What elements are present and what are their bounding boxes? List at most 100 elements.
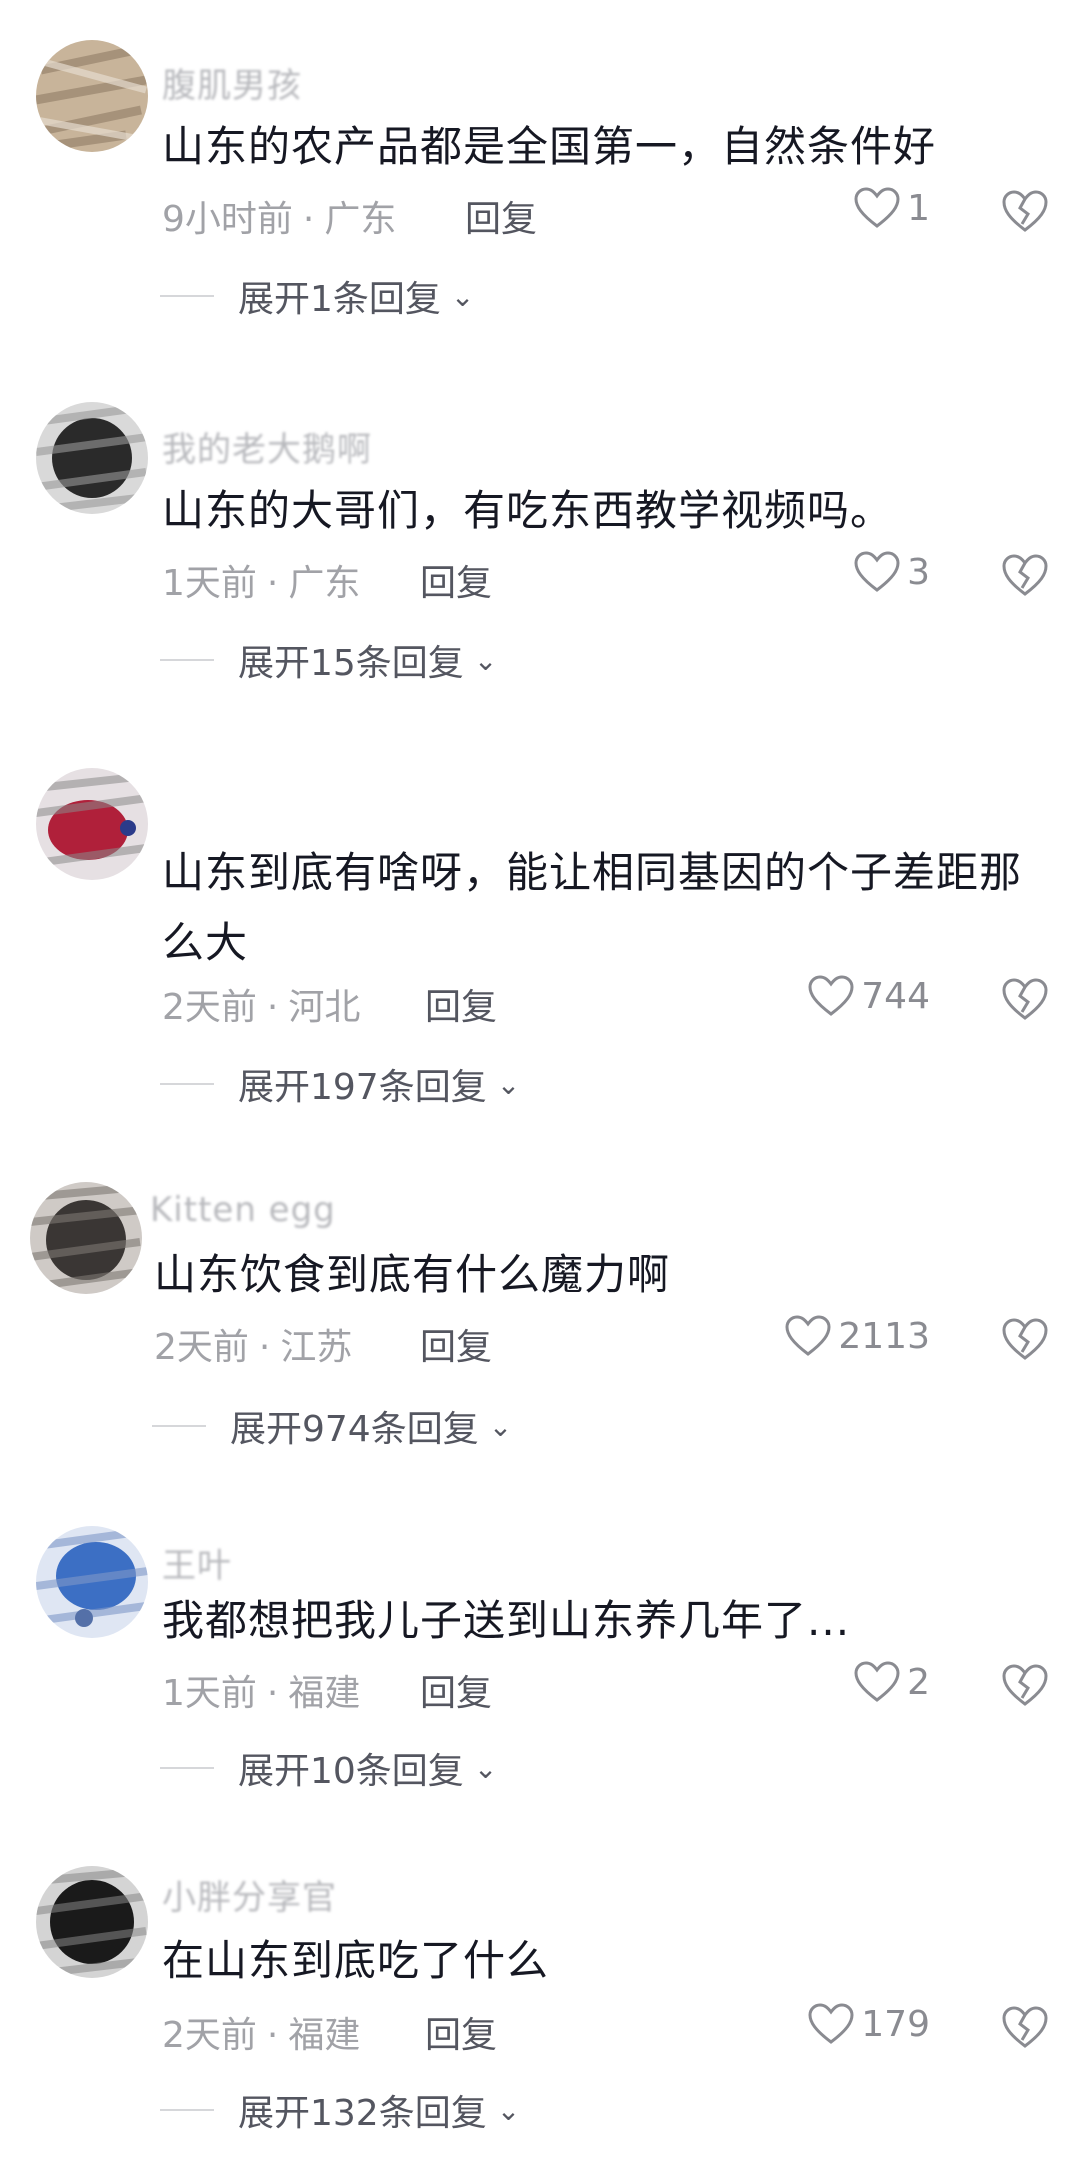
chevron-down-icon: ⌄ [496, 1067, 521, 1101]
comment-username[interactable]: Kitten egg [150, 1190, 336, 1230]
heart-outline-icon [854, 187, 900, 228]
comment-text: 在山东到底吃了什么 [162, 1936, 550, 1985]
like-button[interactable]: 3 [853, 550, 930, 594]
dislike-button[interactable] [1000, 1662, 1050, 1708]
comment-time: 1天前 [162, 1673, 257, 1714]
dislike-button[interactable] [1000, 188, 1050, 234]
divider [160, 2109, 214, 2111]
comment-username[interactable]: 腹肌男孩 [162, 58, 302, 107]
like-count: 179 [861, 2003, 930, 2045]
chevron-down-icon: ⌄ [450, 279, 475, 313]
like-count: 3 [907, 551, 930, 593]
broken-heart-icon [1002, 1318, 1048, 1360]
reply-button[interactable]: 回复 [425, 978, 497, 1030]
comment-time: 9小时前 [162, 199, 293, 240]
avatar[interactable] [36, 768, 148, 880]
comment-username[interactable]: 我的老大鹅啊 [162, 422, 372, 471]
expand-replies-button[interactable]: 展开1条回复 ⌄ [160, 270, 475, 322]
divider [160, 1767, 214, 1769]
avatar[interactable] [36, 1866, 148, 1978]
reply-button[interactable]: 回复 [420, 1664, 492, 1716]
comment-text: 山东的农产品都是全国第一，自然条件好 [162, 122, 937, 171]
comment-time: 2天前 [162, 987, 257, 1028]
like-button[interactable]: 179 [807, 2002, 930, 2046]
meta-separator: · [266, 2015, 279, 2056]
comment-location: 江苏 [280, 1327, 353, 1368]
comment-location: 福建 [288, 2015, 361, 2056]
chevron-down-icon: ⌄ [496, 2093, 521, 2127]
reply-button[interactable]: 回复 [420, 1318, 492, 1370]
expand-label: 展开974条回复 [230, 1409, 479, 1450]
chevron-down-icon: ⌄ [473, 1751, 498, 1785]
like-button[interactable]: 2 [853, 1660, 930, 1704]
heart-outline-icon [854, 1661, 900, 1702]
comment-location: 广东 [324, 199, 397, 240]
heart-outline-icon [854, 551, 900, 592]
avatar[interactable] [36, 402, 148, 514]
reply-button[interactable]: 回复 [465, 190, 537, 242]
dislike-button[interactable] [1000, 552, 1050, 598]
comment-time: 2天前 [162, 2015, 257, 2056]
meta-separator: · [258, 1327, 271, 1368]
broken-heart-icon [1002, 978, 1048, 1020]
comment-meta: 2天前 · 江苏 [154, 1318, 352, 1370]
comment-time: 2天前 [154, 1327, 249, 1368]
comment-text: 山东的大哥们，有吃东西教学视频吗。 [162, 486, 894, 535]
heart-outline-icon [785, 1315, 831, 1356]
comment-location: 河北 [288, 987, 361, 1028]
chevron-down-icon: ⌄ [473, 643, 498, 677]
avatar[interactable] [36, 1526, 148, 1638]
like-button[interactable]: 2113 [784, 1314, 930, 1358]
broken-heart-icon [1002, 1664, 1048, 1706]
meta-separator: · [266, 1673, 279, 1714]
comment-meta: 1天前 · 福建 [162, 1664, 360, 1716]
comment-meta: 2天前 · 福建 [162, 2006, 360, 2058]
broken-heart-icon [1002, 190, 1048, 232]
divider [152, 1425, 206, 1427]
expand-label: 展开10条回复 [238, 1751, 464, 1792]
expand-replies-button[interactable]: 展开132条回复 ⌄ [160, 2084, 521, 2136]
dislike-button[interactable] [1000, 2004, 1050, 2050]
like-count: 2 [907, 1661, 930, 1703]
comment-username[interactable]: 小胖分享官 [162, 1870, 337, 1919]
heart-outline-icon [808, 2003, 854, 2044]
expand-replies-button[interactable]: 展开10条回复 ⌄ [160, 1742, 498, 1794]
like-count: 2113 [838, 1315, 930, 1357]
meta-separator: · [302, 199, 315, 240]
comment-location: 广东 [288, 563, 361, 604]
chevron-down-icon: ⌄ [488, 1409, 513, 1443]
comment-location: 福建 [288, 1673, 361, 1714]
like-count: 744 [861, 975, 930, 1017]
broken-heart-icon [1002, 2006, 1048, 2048]
expand-label: 展开132条回复 [238, 2093, 487, 2134]
like-button[interactable]: 744 [807, 974, 930, 1018]
divider [160, 1083, 214, 1085]
divider [160, 659, 214, 661]
comment-username[interactable]: 王叶 [162, 1538, 232, 1587]
dislike-button[interactable] [1000, 1316, 1050, 1362]
reply-button[interactable]: 回复 [420, 554, 492, 606]
expand-label: 展开197条回复 [238, 1067, 487, 1108]
expand-label: 展开1条回复 [238, 279, 441, 320]
meta-separator: · [266, 987, 279, 1028]
heart-outline-icon [808, 975, 854, 1016]
like-count: 1 [907, 187, 930, 229]
expand-label: 展开15条回复 [238, 643, 464, 684]
like-button[interactable]: 1 [853, 186, 930, 230]
meta-separator: · [266, 563, 279, 604]
expand-replies-button[interactable]: 展开974条回复 ⌄ [152, 1400, 513, 1452]
avatar[interactable] [36, 40, 148, 152]
comment-text: 山东到底有啥呀，能让相同基因的个子差距那么大 [162, 848, 1023, 967]
divider [160, 295, 214, 297]
comment-meta: 2天前 · 河北 [162, 978, 360, 1030]
expand-replies-button[interactable]: 展开197条回复 ⌄ [160, 1058, 521, 1110]
comment-text: 山东饮食到底有什么魔力啊 [154, 1250, 671, 1299]
comment-text: 我都想把我儿子送到山东养几年了... [162, 1596, 851, 1645]
comment-time: 1天前 [162, 563, 257, 604]
avatar[interactable] [30, 1182, 142, 1294]
comment-meta: 1天前 · 广东 [162, 554, 360, 606]
expand-replies-button[interactable]: 展开15条回复 ⌄ [160, 634, 498, 686]
reply-button[interactable]: 回复 [425, 2006, 497, 2058]
comment-meta: 9小时前 · 广东 [162, 190, 396, 242]
dislike-button[interactable] [1000, 976, 1050, 1022]
